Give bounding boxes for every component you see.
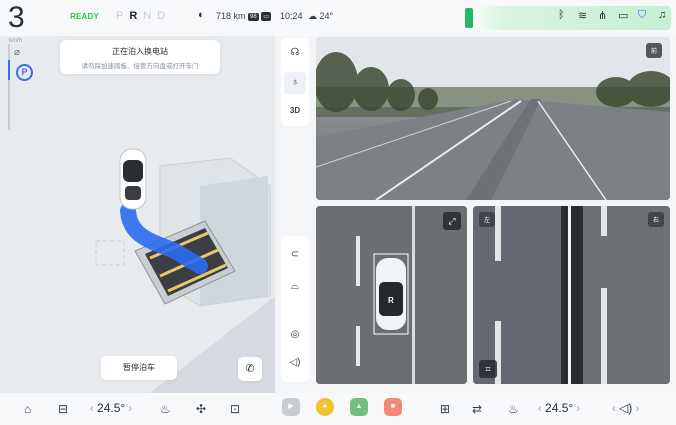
headlight-icon: ⊂ [290,249,300,260]
parking-panel: km/h ⌀ P 正在泊入换电站 请勿踩加速踏板、接管方向盘或打开车门 暂停泊车… [0,36,275,393]
passenger-seat-heat-icon[interactable]: ♨ [508,402,519,416]
clock: 10:24 [280,11,303,21]
expand-icon: ⤢ [448,216,456,226]
front-camera-view[interactable]: 前 [316,37,670,200]
driver-temp-value: 24.5° [97,401,126,415]
lock-icon[interactable]: ⊡ [230,402,240,416]
side-camera-scene [473,206,670,384]
passenger-temp-value: 24.5° [545,401,574,415]
weather-readout: ☁ 24° [308,11,333,22]
map-app-icon[interactable]: ▲ [350,398,368,416]
driver-temp-up[interactable]: › [129,403,133,415]
passenger-temp-down[interactable]: ‹ [538,403,542,415]
passenger-temp-control: ‹ 24.5° › [538,401,580,415]
gear-r: R [129,10,144,22]
shield-icon[interactable]: ⛉ [638,9,646,22]
parking-assist-icon[interactable]: P [16,64,33,81]
ego-car [119,148,147,210]
passenger-temp-up[interactable]: › [577,403,581,415]
bottom-dock: ⌂ ⊟ ‹ 24.5° › ♨ ✣ ⊡ ▶ ● ▲ ■ ⊞ ⇄ ♨ ‹ 24.5… [0,393,676,425]
car-outline-button[interactable]: ⌓ [281,276,309,298]
parking-scene [0,36,275,393]
range-readout: 718 km 98 ▭ [216,11,271,21]
collapse-view-button[interactable]: ⌗ [479,360,497,378]
collapse-icon: ⌗ [485,364,491,374]
camera-angle-button[interactable]: ☊ [281,42,309,64]
recirculation-icon[interactable]: ⇄ [472,402,482,416]
gear-d: D [157,10,172,22]
volume-control: ‹ ◁) › [612,401,639,415]
status-bar: 3 READY PRND ◐ 718 km 98 ▭ 10:24 ☁ 24° ᛒ… [0,0,676,36]
driver-temp-down[interactable]: ‹ [90,403,94,415]
outside-temp: 24° [319,11,334,21]
cloud-icon: ☁ [308,11,317,21]
bluetooth-icon[interactable]: ᛒ [558,9,565,21]
ready-indicator: READY [70,12,100,21]
gear-p: P [116,10,130,22]
seat-heat-icon[interactable]: ♨ [160,402,171,416]
view-mode-group: ☊ ♁ 3D [281,38,309,126]
phone-button[interactable]: ✆ [238,357,262,381]
wifi-icon[interactable]: ≋ [578,9,587,22]
driver-temp-control: ‹ 24.5° › [90,401,132,415]
reverse-gear-mark: R [388,296,394,305]
headlight-button[interactable]: ⊂ [281,244,309,266]
fan-icon[interactable]: ✣ [196,402,206,416]
mode-rail [8,44,10,130]
volume-up[interactable]: › [636,403,640,415]
charge-icon: ▭ [261,12,271,21]
signal-icon[interactable]: ⋔ [598,9,607,22]
top-down-car [373,253,409,335]
range-text: 718 km [216,11,246,21]
view-tool-column: ☊ ♁ 3D ⊂ ⌓ ◎ ◁) [279,36,311,384]
speed-readout: 3 [8,1,25,34]
video-app-icon[interactable]: ▶ [282,398,300,416]
dashcam-icon[interactable]: ▭ [618,9,628,22]
defrost-icon[interactable]: ⊞ [440,402,450,416]
gear-indicator: PRND [116,10,171,22]
battery-badge: 98 [248,13,259,21]
single-view-button[interactable]: ♁ [284,72,306,94]
status-highlight-bar [465,8,473,28]
parking-status-toast: 正在泊入换电站 请勿踩加速踏板、接管方向盘或打开车门 [60,40,220,74]
driver-profile-icon[interactable]: ◐ [198,9,205,21]
volume-button[interactable]: ◁) [281,352,309,374]
display-options-group: ⊂ ⌓ ◎ ◁) [281,236,309,382]
top-down-scene [316,206,467,384]
media-app-icon[interactable]: ● [316,398,334,416]
mode-rail-active [8,60,10,80]
right-camera-label: 右 [647,212,664,227]
expand-view-button[interactable]: ⤢ [443,212,461,230]
front-camera-scene [316,37,670,200]
car-icon[interactable]: ⊟ [58,402,68,416]
settings-button[interactable]: ◎ [281,324,309,346]
toast-title: 正在泊入换电站 [112,47,168,56]
pause-parking-button[interactable]: 暂停泊车 [101,356,177,380]
gear-n: N [143,10,158,22]
top-down-view[interactable]: R ⤢ [316,206,467,384]
speaker-icon: ◁) [289,357,301,368]
volume-down[interactable]: ‹ [612,403,616,415]
left-camera-label: 左 [479,212,496,227]
home-icon[interactable]: ⌂ [24,402,31,416]
3d-view-button[interactable]: 3D [281,100,309,122]
person-icon: ♁ [291,77,299,88]
bell-icon[interactable]: ♫ [658,9,666,21]
game-app-icon[interactable]: ■ [384,398,402,416]
front-camera-label: 前 [645,43,662,58]
toast-subtitle: 请勿踩加速踏板、接管方向盘或打开车门 [81,63,199,70]
traffic-light-icon: ☊ [290,47,300,58]
volume-speaker-icon[interactable]: ◁) [619,401,632,415]
side-camera-view[interactable]: 左 右 ⌗ [473,206,670,384]
speed-unit: km/h [9,38,23,44]
car-outline-icon: ⌓ [291,281,299,292]
phone-icon: ✆ [245,363,255,375]
eco-leaf-icon[interactable]: ⌀ [14,47,20,58]
gear-icon: ◎ [290,329,300,340]
